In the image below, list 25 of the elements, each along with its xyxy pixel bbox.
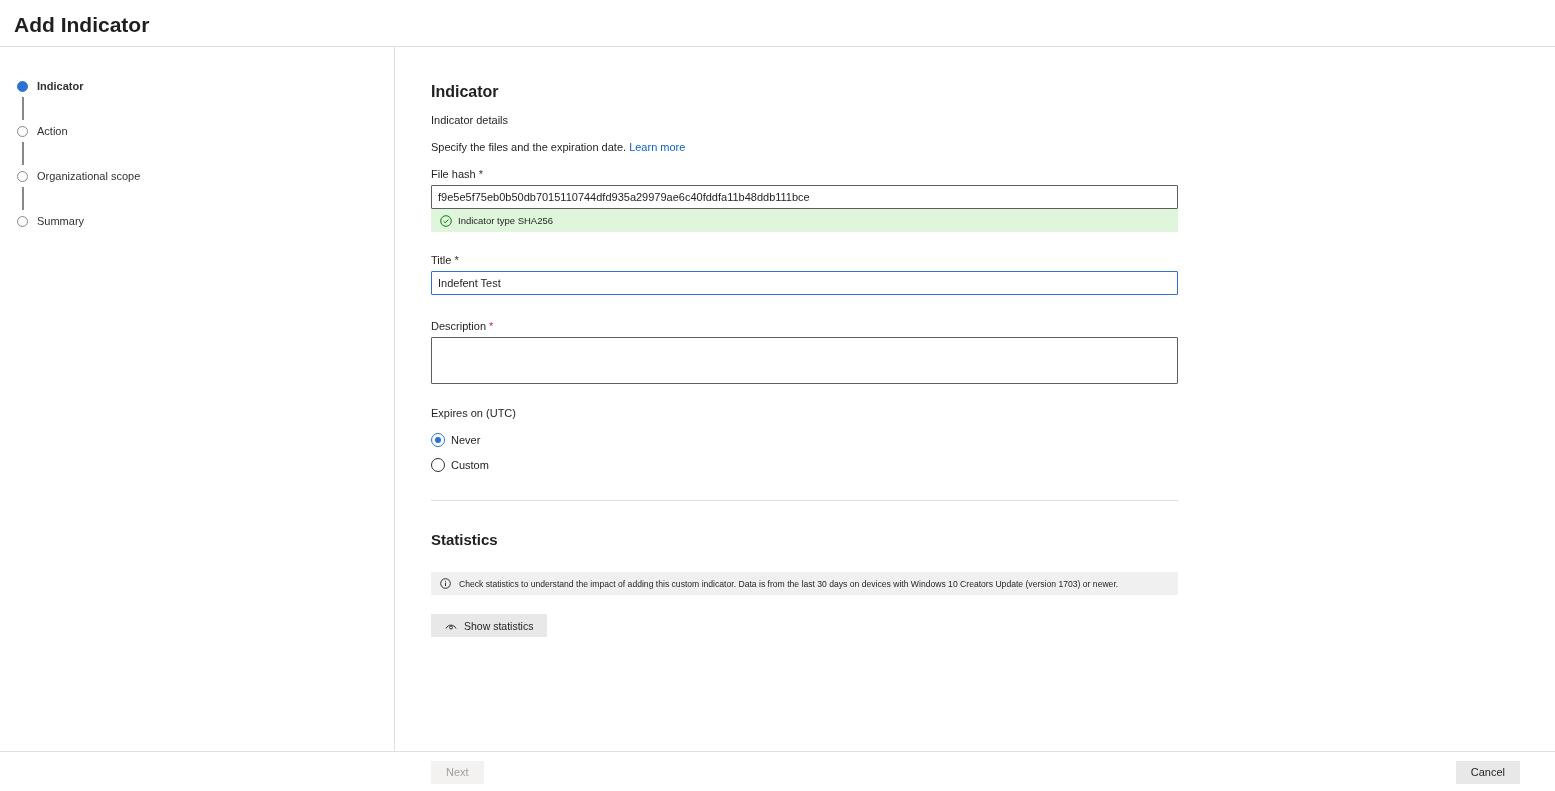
step-label[interactable]: Summary bbox=[37, 215, 85, 227]
field-label: Title * bbox=[431, 254, 460, 266]
field-label: Description * bbox=[431, 320, 495, 332]
step-label[interactable]: Action bbox=[37, 125, 68, 137]
page-title: Add Indicator bbox=[0, 0, 1555, 47]
validation-message: Indicator type SHA256 bbox=[458, 215, 554, 226]
info-icon bbox=[440, 578, 451, 589]
check-circle-icon bbox=[440, 214, 452, 227]
info-text: Check statistics to understand the impact of adding this custom indicator. Data is from the last 30 days on devices with Windows 10 Creators Update (version 1703) or newer. bbox=[459, 578, 1119, 589]
step-label[interactable]: Organizational scope bbox=[37, 170, 141, 182]
section-heading: Statistics bbox=[431, 531, 499, 548]
footer-button[interactable]: Cancel bbox=[1455, 760, 1520, 784]
title-field[interactable]: Indefent Test bbox=[431, 271, 1178, 295]
learn-more-link[interactable]: Learn more bbox=[629, 141, 686, 153]
file-hash-field[interactable]: f9e5e5f75eb0b50db7015110744dfd935a29979ae6c40fddfa11b48ddb111bce bbox=[431, 185, 1178, 209]
field-label: File hash * bbox=[431, 168, 484, 180]
description-field[interactable] bbox=[431, 337, 1178, 384]
radio-label[interactable]: Custom bbox=[451, 458, 489, 471]
section-heading: Indicator bbox=[431, 83, 500, 101]
show-statistics-button[interactable]: Show statistics bbox=[431, 614, 548, 637]
radio-label[interactable]: Never bbox=[451, 433, 481, 446]
step-label[interactable]: Indicator bbox=[37, 80, 84, 92]
description-text: Specify the files and the expiration date. Learn more bbox=[431, 141, 687, 153]
section-subtitle: Indicator details bbox=[431, 114, 510, 126]
field-label: Expires on (UTC) bbox=[431, 407, 517, 419]
